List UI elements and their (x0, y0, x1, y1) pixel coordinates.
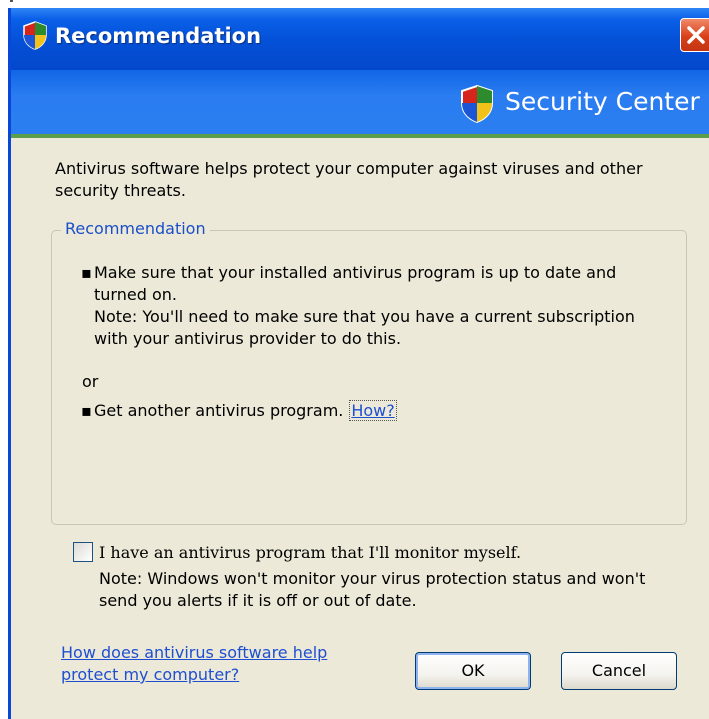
bullet-1-note: Note: You'll need to make sure that you … (94, 307, 635, 348)
monitor-myself-note: Note: Windows won't monitor your virus p… (99, 569, 646, 610)
security-center-shield-icon (461, 84, 493, 124)
window-title: Recommendation (55, 24, 262, 48)
bullet-2-main: Get another antivirus program. (94, 401, 344, 420)
bullet-1-main: Make sure that your installed antivirus … (94, 263, 617, 304)
security-shield-icon (23, 21, 47, 50)
artifact-dot (10, 0, 13, 2)
recommendation-dialog: Recommendation Security Center Antivirus… (8, 8, 709, 719)
intro-text: Antivirus software helps protect your co… (55, 159, 643, 200)
close-button[interactable] (680, 18, 709, 52)
bullet-2-text: Get another antivirus program. How? (94, 400, 654, 422)
bullet-1-text: Make sure that your installed antivirus … (94, 262, 654, 350)
recommendation-legend: Recommendation (61, 219, 210, 238)
title-bar[interactable]: Recommendation (11, 8, 709, 70)
how-link[interactable]: How? (349, 400, 397, 421)
or-separator: or (82, 372, 99, 391)
ok-button[interactable]: OK (415, 652, 531, 690)
header-title: Security Center (505, 87, 700, 116)
help-link[interactable]: How does antivirus software help protect… (61, 642, 381, 686)
cancel-button[interactable]: Cancel (561, 652, 677, 690)
close-icon (687, 26, 705, 44)
monitor-myself-checkbox[interactable] (73, 542, 93, 562)
bullet-mark: ▪ (81, 401, 92, 420)
monitor-myself-label[interactable]: I have an antivirus program that I'll mo… (99, 543, 521, 562)
header-divider (11, 134, 709, 138)
bullet-mark: ▪ (81, 263, 92, 282)
